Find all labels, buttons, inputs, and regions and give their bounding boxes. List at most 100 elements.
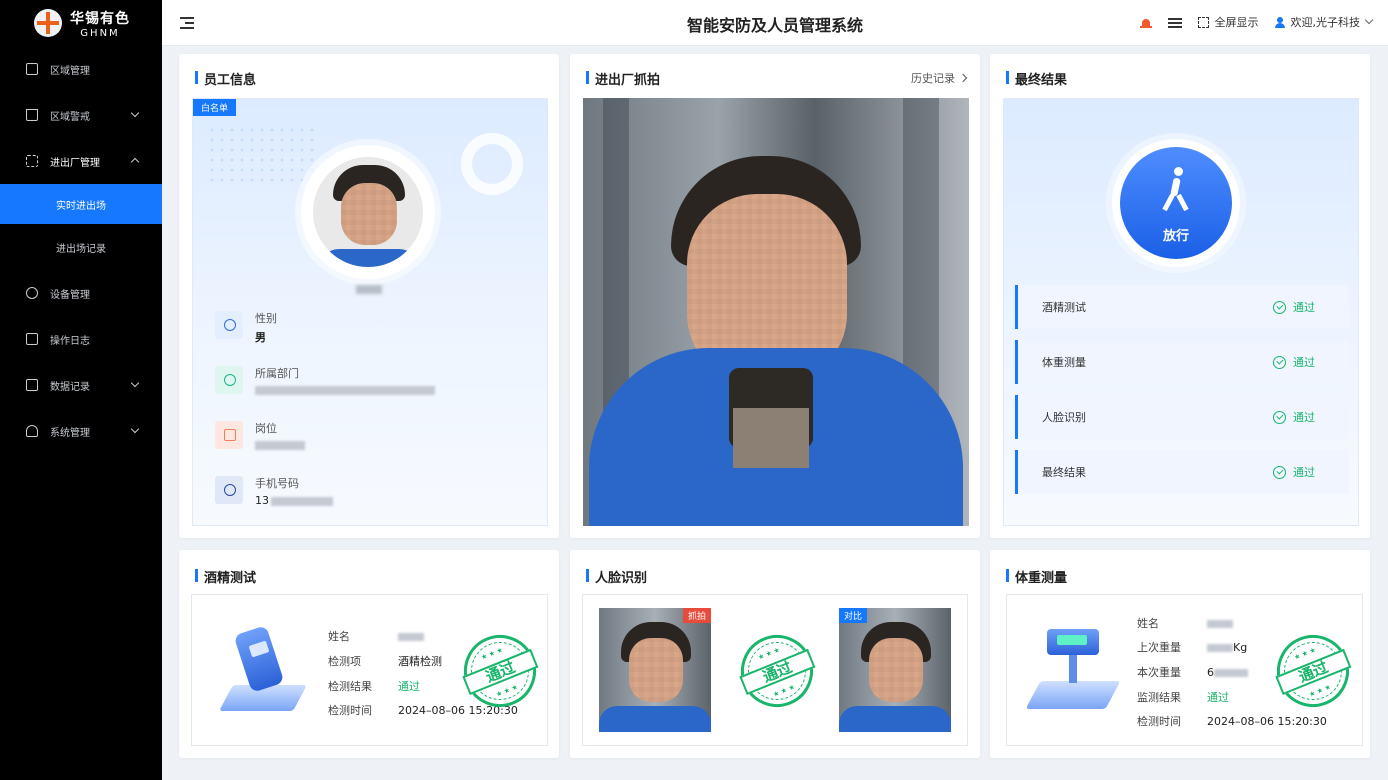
capture-photo[interactable] bbox=[583, 98, 969, 526]
chevron-down-icon bbox=[130, 378, 140, 388]
briefcase-icon bbox=[215, 421, 243, 449]
sidebar-item-area-management[interactable]: 区域管理 bbox=[0, 46, 162, 92]
fullscreen-button[interactable]: 全屏显示 bbox=[1197, 14, 1259, 30]
map-icon bbox=[26, 63, 38, 75]
alcohol-panel: 姓名 检测项 酒精检测 检测结果 通过 检测时间 2024–08–06 15:20:3… bbox=[191, 594, 548, 746]
sidebar-item-system[interactable]: 系统管理 bbox=[0, 408, 162, 454]
warning-icon bbox=[26, 109, 38, 121]
employee-panel: 白名单 性别男 所属部门 岗位 手机号码 13 bbox=[192, 98, 548, 526]
phone-prefix: 13 bbox=[255, 494, 269, 507]
result-panel: 放行 酒精测试 通过 体重测量 通过 人脸识别 通过 最终结果 通过 bbox=[1003, 98, 1359, 526]
chevron-up-icon bbox=[130, 157, 140, 167]
capture-tag: 抓拍 bbox=[682, 608, 711, 623]
card-title: 体重测量 bbox=[1006, 567, 1067, 586]
top-header: 智能安防及人员管理系统 全屏显示 欢迎,光子科技 bbox=[162, 0, 1388, 46]
sidebar-item-log[interactable]: 操作日志 bbox=[0, 316, 162, 362]
compare-face-image[interactable]: 对比 bbox=[839, 608, 951, 732]
logo-icon bbox=[34, 9, 62, 37]
sidebar: 华锡有色 GHNM 区域管理 区域警戒 进出厂管理 实时进出场 进出场记录 设备… bbox=[0, 0, 162, 780]
check-row-weight: 体重测量 通过 bbox=[1015, 340, 1349, 384]
gender-value: 男 bbox=[255, 331, 266, 344]
capture-card: 进出厂抓拍 历史记录 bbox=[570, 54, 980, 538]
name-masked bbox=[1207, 620, 1233, 628]
sidebar-nav: 区域管理 区域警戒 进出厂管理 实时进出场 进出场记录 设备管理 操作日志 数据… bbox=[0, 46, 162, 454]
sidebar-item-entry-exit[interactable]: 进出厂管理 bbox=[0, 138, 162, 184]
gender-row: 性别男 bbox=[215, 311, 277, 345]
weight-panel: 姓名 上次重量 Kg 本次重量 6 监测结果 通过 检测时间 2024–08–06 15… bbox=[1006, 594, 1363, 746]
weight-card: 体重测量 姓名 上次重量 Kg 本次重量 6 监测结果 通过 检测时间 2024–08–… bbox=[990, 550, 1370, 758]
phone-icon bbox=[215, 476, 243, 504]
check-row-face: 人脸识别 通过 bbox=[1015, 395, 1349, 439]
pass-stamp: ★★★ 通过 ★★★ bbox=[1266, 624, 1360, 718]
sidebar-item-area-alert[interactable]: 区域警戒 bbox=[0, 92, 162, 138]
employee-info-card: 员工信息 白名单 性别男 所属部门 岗位 手机号码 13 bbox=[179, 54, 559, 538]
sidebar-item-data[interactable]: 数据记录 bbox=[0, 362, 162, 408]
brand-name-en: GHNM bbox=[80, 27, 120, 39]
weight-time-row: 检测时间 2024–08–06 15:20:30 bbox=[1137, 715, 1327, 728]
check-circle-icon bbox=[1273, 355, 1286, 369]
weight-result-row: 监测结果 通过 bbox=[1137, 691, 1229, 704]
weight-current-row: 本次重量 6 bbox=[1137, 664, 1248, 680]
whitelist-badge: 白名单 bbox=[193, 99, 237, 116]
log-icon bbox=[26, 333, 38, 345]
post-value-masked bbox=[255, 441, 305, 450]
name-masked bbox=[398, 633, 424, 641]
alcohol-result-row: 检测结果 通过 bbox=[328, 680, 420, 693]
gear-icon bbox=[26, 287, 38, 299]
captured-face-image[interactable]: 抓拍 bbox=[599, 608, 711, 732]
weight-last-row: 上次重量 Kg bbox=[1137, 641, 1248, 654]
last-weight-masked bbox=[1207, 644, 1233, 652]
check-circle-icon bbox=[1273, 300, 1286, 314]
user-settings-icon bbox=[26, 425, 38, 437]
check-circle-icon bbox=[1273, 410, 1286, 424]
brand-name: 华锡有色 bbox=[70, 10, 130, 27]
card-title: 最终结果 bbox=[1006, 69, 1067, 88]
chevron-down-icon bbox=[1364, 15, 1374, 25]
card-title: 进出厂抓拍 bbox=[586, 69, 660, 88]
alcohol-name-row: 姓名 bbox=[328, 628, 424, 644]
scale-icon bbox=[1017, 625, 1127, 721]
card-title: 酒精测试 bbox=[195, 567, 256, 586]
employee-avatar bbox=[301, 145, 435, 279]
user-menu[interactable]: 欢迎,光子科技 bbox=[1274, 14, 1374, 30]
check-row-alcohol: 酒精测试 通过 bbox=[1015, 285, 1349, 329]
pass-stamp: ★★★ 通过 ★★★ bbox=[730, 624, 824, 718]
weight-name-row: 姓名 bbox=[1137, 615, 1233, 631]
phone-value-masked bbox=[271, 496, 333, 506]
post-row: 岗位 bbox=[215, 421, 305, 450]
compare-tag: 对比 bbox=[839, 608, 868, 623]
face-recognition-card: 人脸识别 抓拍 ★★★ 通过 ★★★ 对比 bbox=[570, 550, 980, 758]
chevron-down-icon bbox=[130, 424, 140, 434]
final-result-card: 最终结果 放行 酒精测试 通过 体重测量 通过 人脸识别 通过 最终结果 通过 bbox=[990, 54, 1370, 538]
settings-icon[interactable] bbox=[1167, 16, 1182, 28]
check-row-final: 最终结果 通过 bbox=[1015, 450, 1349, 494]
phone-row: 手机号码 13 bbox=[215, 476, 333, 507]
employee-name-masked bbox=[356, 285, 382, 294]
pass-indicator: 放行 bbox=[1112, 139, 1240, 267]
chevron-down-icon bbox=[130, 108, 140, 118]
decoration bbox=[207, 125, 317, 181]
pass-label: 放行 bbox=[1162, 229, 1189, 244]
alarm-icon[interactable] bbox=[1139, 16, 1152, 28]
fullscreen-icon bbox=[1197, 16, 1209, 28]
alcohol-test-card: 酒精测试 姓名 检测项 酒精检测 检测结果 通过 检测时间 2024–08–06 15… bbox=[179, 550, 559, 758]
alcohol-item-row: 检测项 酒精检测 bbox=[328, 655, 442, 668]
sidebar-subitem-realtime[interactable]: 实时进出场 bbox=[0, 184, 162, 224]
brand-logo: 华锡有色 GHNM bbox=[0, 0, 162, 46]
department-row: 所属部门 bbox=[215, 366, 435, 395]
sidebar-subitem-records[interactable]: 进出场记录 bbox=[0, 224, 162, 270]
walking-person-icon bbox=[1156, 167, 1196, 213]
history-link[interactable]: 历史记录 bbox=[911, 70, 966, 86]
card-title: 员工信息 bbox=[195, 69, 256, 88]
face-panel: 抓拍 ★★★ 通过 ★★★ 对比 bbox=[582, 594, 968, 746]
breathalyzer-icon bbox=[212, 625, 312, 721]
department-value-masked bbox=[255, 386, 435, 395]
sidebar-item-device[interactable]: 设备管理 bbox=[0, 270, 162, 316]
check-circle-icon bbox=[1273, 465, 1286, 479]
tie-icon bbox=[215, 366, 243, 394]
user-icon bbox=[1274, 16, 1285, 28]
gender-icon bbox=[215, 311, 243, 339]
card-title: 人脸识别 bbox=[586, 567, 647, 586]
current-weight-masked bbox=[1214, 669, 1248, 677]
chart-icon bbox=[26, 379, 38, 391]
